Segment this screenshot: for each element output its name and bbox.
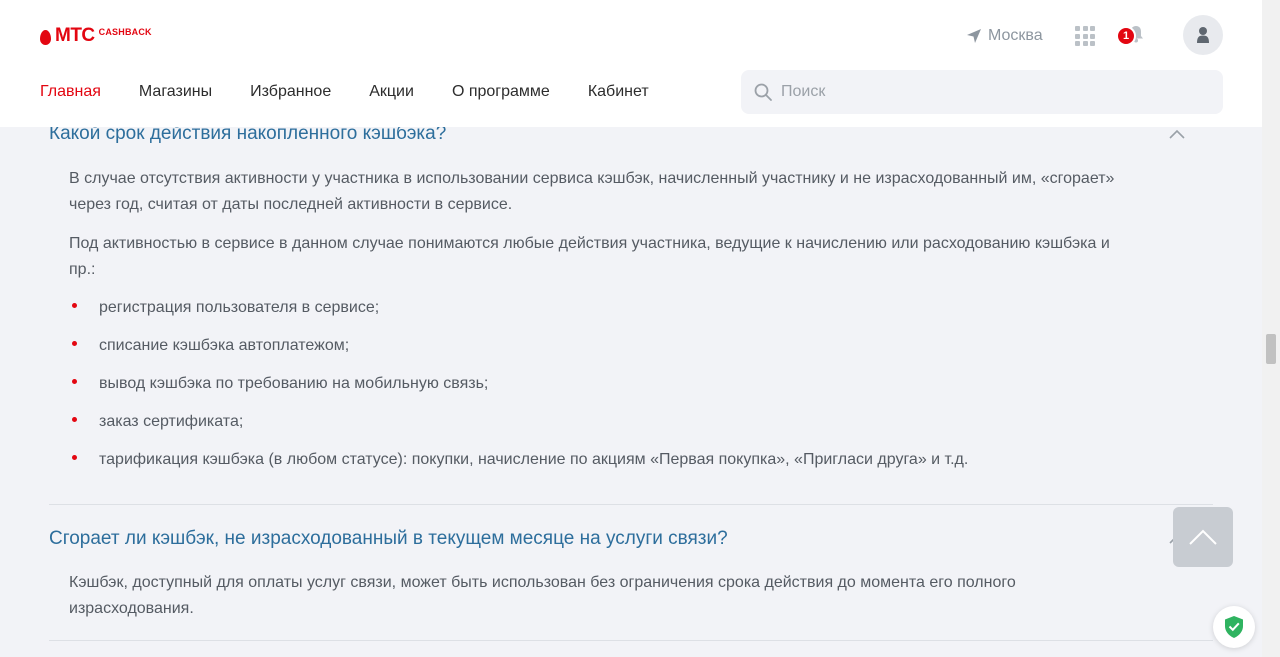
city-name: Москва xyxy=(988,27,1043,44)
site-header: МТС CASHBACK Москва 1 Главная Магазины И… xyxy=(0,0,1262,127)
arrow-up-icon xyxy=(1189,529,1217,545)
city-selector[interactable]: Москва xyxy=(966,25,1043,47)
faq-divider xyxy=(49,640,1213,641)
avatar[interactable] xyxy=(1183,15,1223,55)
logo-subtext: CASHBACK xyxy=(98,27,152,37)
scrollbar-thumb[interactable] xyxy=(1266,334,1276,364)
mts-cashback-logo[interactable]: МТС CASHBACK xyxy=(40,25,152,46)
faq-answer-1-paragraph-2: Под активностью в сервисе в данном случа… xyxy=(69,235,1110,278)
page-scrollbar[interactable] xyxy=(1262,0,1280,657)
nav-item-account[interactable]: Кабинет xyxy=(588,82,649,102)
main-nav: Главная Магазины Избранное Акции О прогр… xyxy=(40,82,687,102)
chevron-up-icon[interactable] xyxy=(1168,128,1186,140)
list-item: вывод кэшбэка по требованию на мобильную… xyxy=(69,372,968,410)
logo-text: МТС xyxy=(55,25,95,46)
user-icon xyxy=(1197,27,1209,43)
location-arrow-icon xyxy=(967,29,981,43)
faq-answer-2-paragraph-1: Кэшбэк, доступный для оплаты услуг связи… xyxy=(69,574,1016,617)
scroll-to-top-button[interactable] xyxy=(1173,507,1233,567)
list-item: регистрация пользователя в сервисе; xyxy=(69,296,968,334)
nav-item-about[interactable]: О программе xyxy=(452,82,550,102)
notification-badge: 1 xyxy=(1116,26,1136,46)
list-item: тарификация кэшбэка (в любом статусе): п… xyxy=(69,448,968,486)
shield-check-icon xyxy=(1225,616,1243,638)
search-box[interactable] xyxy=(741,70,1223,114)
list-item: заказ сертификата; xyxy=(69,410,968,448)
security-shield-button[interactable] xyxy=(1213,606,1255,648)
faq-question-2[interactable]: Сгорает ли кэшбэк, не израсходованный в … xyxy=(49,527,728,551)
faq-answer-1-list: регистрация пользователя в сервисе; спис… xyxy=(69,296,968,486)
notifications-button[interactable]: 1 xyxy=(1116,24,1150,48)
faq-answer-1-paragraph-1: В случае отсутствия активности у участни… xyxy=(69,170,1115,213)
nav-item-favorites[interactable]: Избранное xyxy=(250,82,331,102)
faq-divider xyxy=(49,504,1213,505)
nav-item-home[interactable]: Главная xyxy=(40,82,101,102)
apps-grid-icon[interactable] xyxy=(1075,26,1095,46)
nav-item-promotions[interactable]: Акции xyxy=(369,82,414,102)
nav-item-shops[interactable]: Магазины xyxy=(139,82,212,102)
mts-egg-icon xyxy=(40,29,51,45)
search-icon xyxy=(754,83,772,101)
search-input[interactable] xyxy=(781,83,1201,101)
list-item: списание кэшбэка автоплатежом; xyxy=(69,334,968,372)
